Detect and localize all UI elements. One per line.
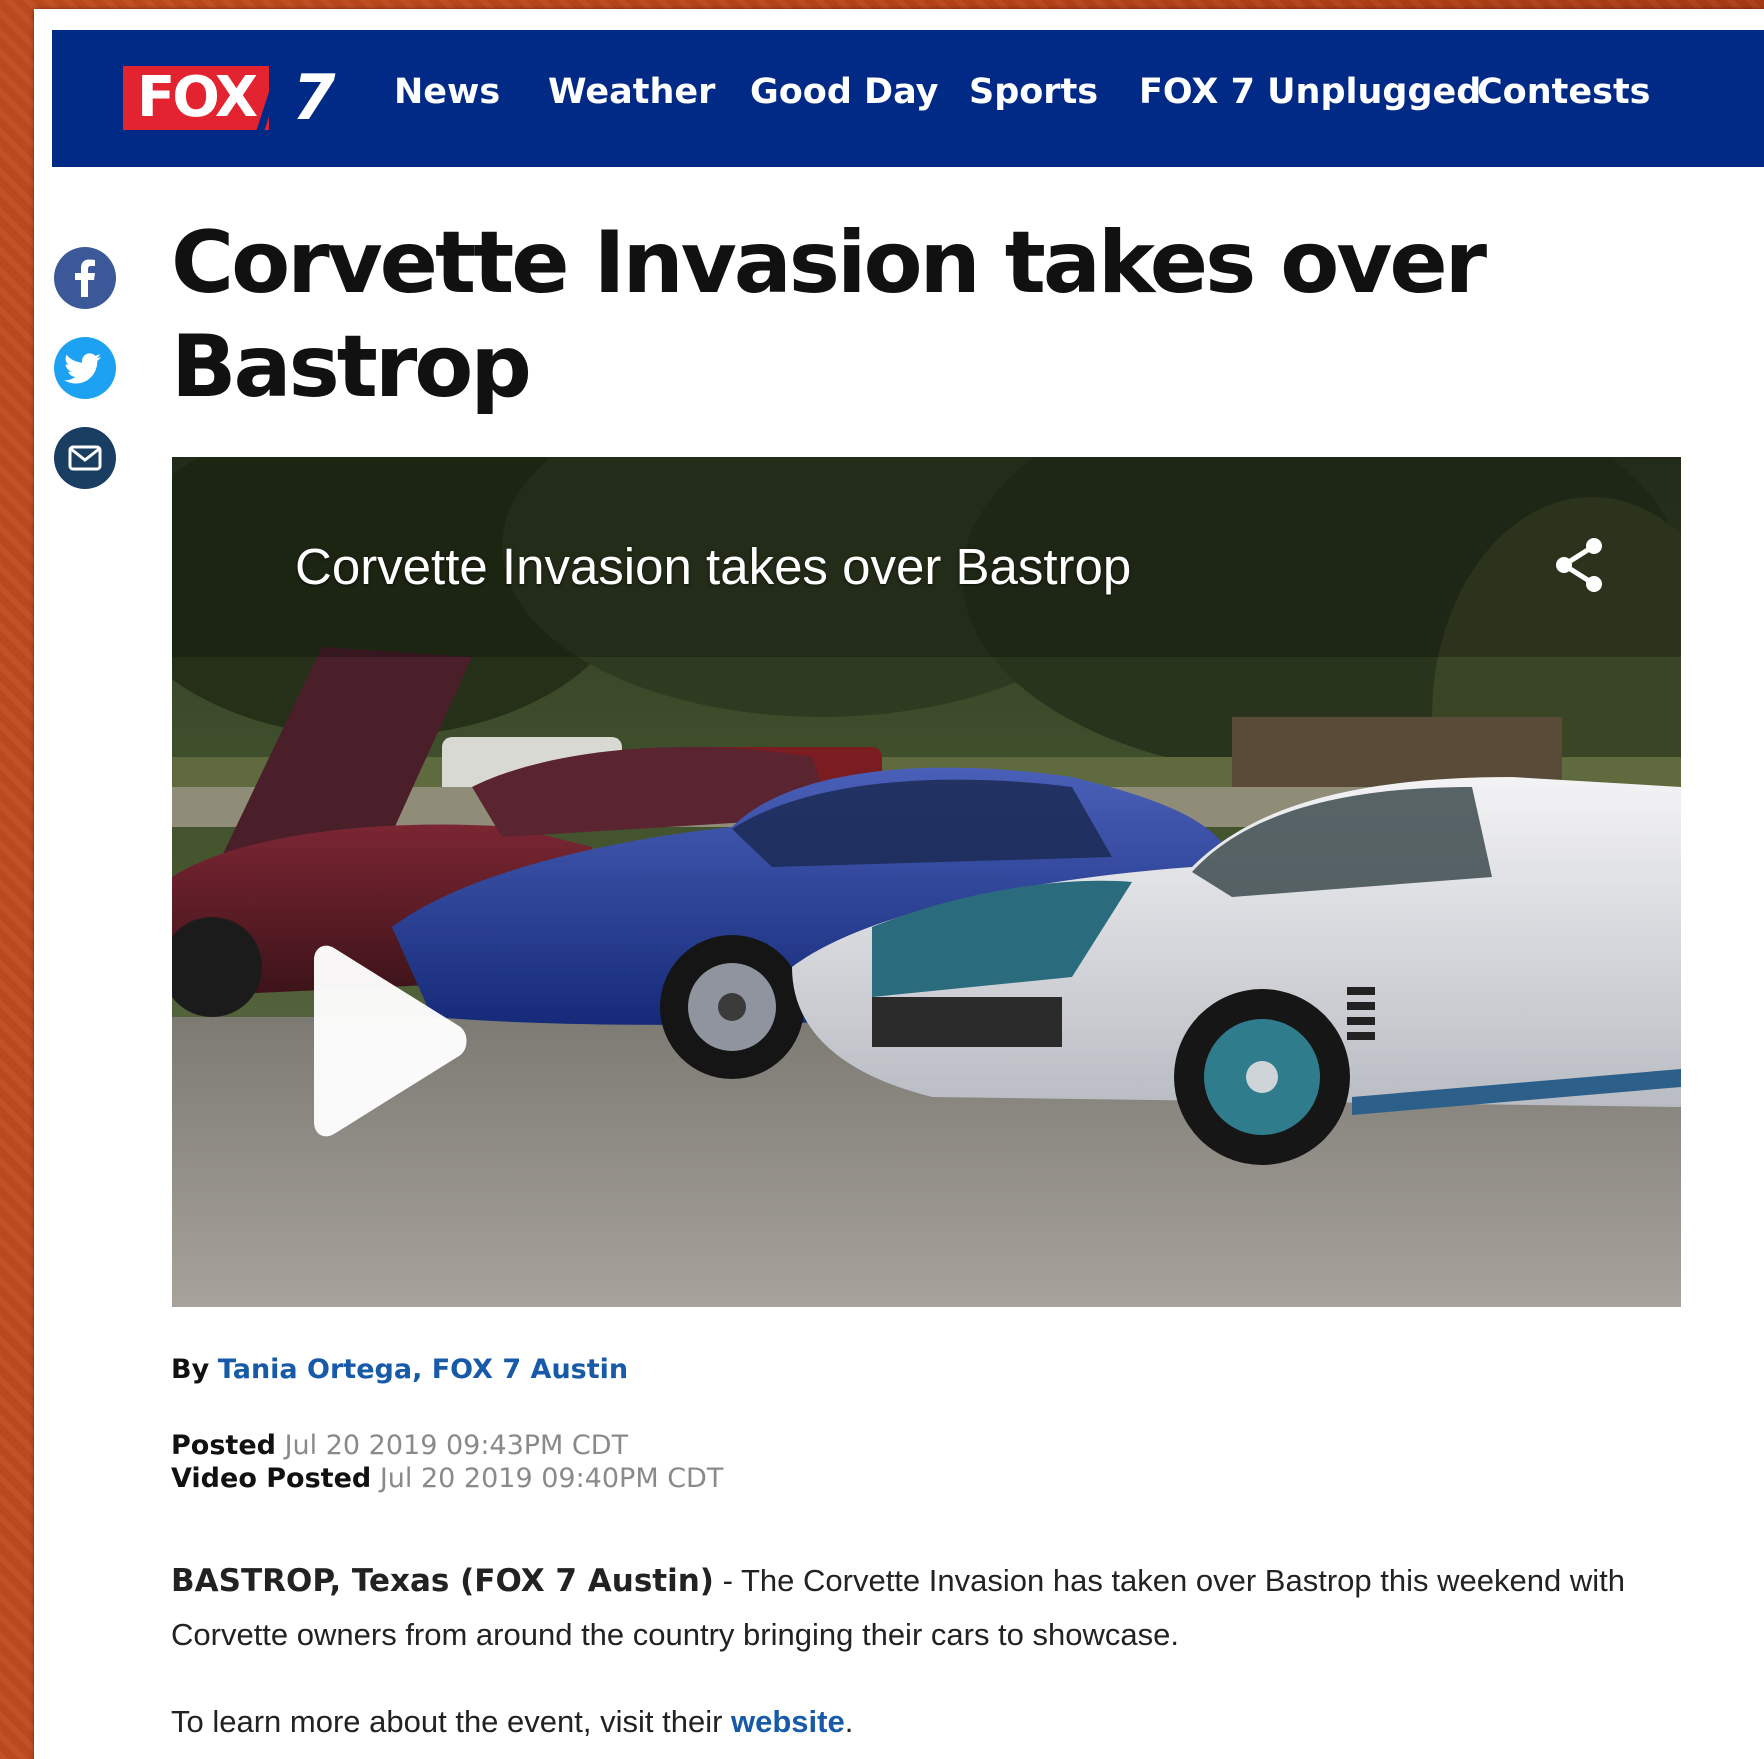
posted-date: Posted Jul 20 2019 09:43PM CDT [171,1430,628,1461]
posted-label: Posted [171,1430,276,1461]
article-headline: Corvette Invasion takes over Bastrop [171,211,1621,419]
nav-item-sports[interactable]: Sports [969,72,1098,112]
video-posted-value: Jul 20 2019 09:40PM CDT [379,1463,724,1494]
article-paragraph-1: BASTROP, Texas (FOX 7 Austin) - The Corv… [171,1554,1651,1662]
article-page: FOX 7 News Weather Good Day Sports FOX 7… [34,9,1764,1759]
site-navbar: FOX 7 News Weather Good Day Sports FOX 7… [52,30,1764,167]
video-title: Corvette Invasion takes over Bastrop [295,538,1132,595]
email-share-button[interactable] [54,427,116,489]
video-player[interactable]: Corvette Invasion takes over Bastrop [172,457,1681,1307]
nav-item-weather[interactable]: Weather [548,72,715,112]
headline-line-2: Bastrop [171,317,532,417]
email-icon [68,445,102,471]
paragraph-2-prefix: To learn more about the event, visit the… [171,1704,732,1739]
facebook-share-button[interactable] [54,247,116,309]
facebook-icon [75,259,95,297]
posted-value: Jul 20 2019 09:43PM CDT [284,1430,629,1461]
nav-item-news[interactable]: News [394,72,500,112]
nav-item-good-day[interactable]: Good Day [750,72,938,112]
share-icon[interactable] [1552,535,1606,595]
article-paragraph-2: To learn more about the event, visit the… [171,1695,1651,1749]
dateline: BASTROP, Texas (FOX 7 Austin) [171,1563,714,1599]
play-icon[interactable] [294,942,474,1142]
twitter-icon [64,353,101,384]
paragraph-2-suffix: . [844,1704,854,1739]
nav-item-contests[interactable]: Contests [1477,72,1651,112]
video-posted-label: Video Posted [171,1463,372,1494]
logo-seven-text: 7 [292,61,336,134]
video-posted-date: Video Posted Jul 20 2019 09:40PM CDT [171,1463,723,1494]
nav-item-fox7-unplugged[interactable]: FOX 7 Unplugged [1139,72,1481,112]
twitter-share-button[interactable] [54,337,116,399]
website-link[interactable]: website [731,1704,845,1739]
logo-fox-text: FOX [123,66,269,130]
author-link[interactable]: Tania Ortega, FOX 7 Austin [218,1354,628,1385]
article-byline: By Tania Ortega, FOX 7 Austin [171,1354,628,1385]
fox7-logo[interactable]: FOX 7 [123,66,355,130]
headline-line-1: Corvette Invasion takes over [171,213,1487,313]
byline-label: By [171,1354,210,1385]
